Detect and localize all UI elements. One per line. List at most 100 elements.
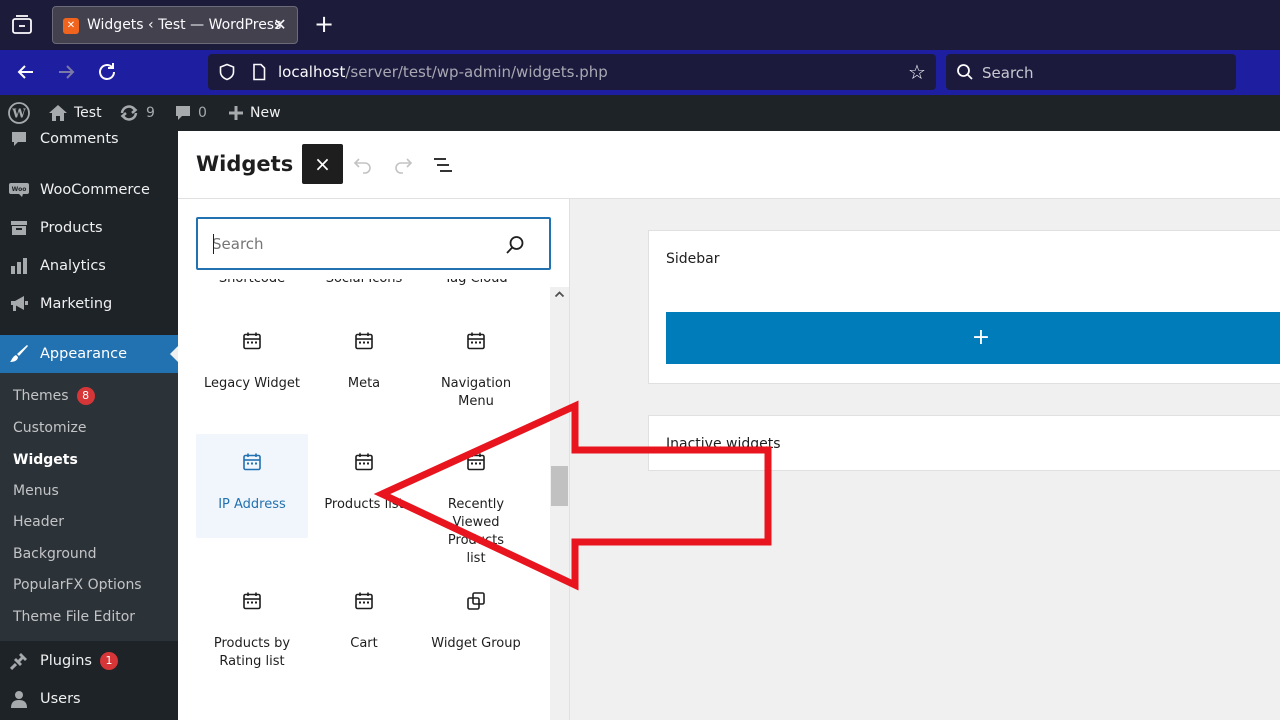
calendar-icon [243,592,261,610]
browser-search-bar[interactable]: Search [946,54,1236,90]
block-item-products-list[interactable]: Products list [308,434,420,538]
tab-close-icon[interactable]: ✕ [271,16,289,34]
submenu-item-header[interactable]: Header [13,514,64,530]
block-search-input[interactable] [212,233,492,255]
submenu-item-customize[interactable]: Customize [13,420,87,436]
block-label: Products by Rating list [213,636,291,669]
back-icon[interactable] [14,60,38,84]
appearance-submenu: Themes 8 Customize Widgets Menus Header … [0,373,178,641]
block-label: Widget Group [431,636,521,651]
block-label: Social Icons [310,279,418,288]
block-label: Legacy Widget [204,376,300,391]
shield-icon[interactable] [218,63,236,81]
block-item-meta[interactable]: Meta [308,313,420,417]
submenu-item-themes[interactable]: Themes 8 [13,387,95,405]
search-icon[interactable] [505,235,525,255]
submenu-item-background[interactable]: Background [13,546,97,562]
xampp-favicon-icon: ✕ [63,18,79,34]
calendar-icon [243,332,261,350]
calendar-icon [355,592,373,610]
add-block-button[interactable]: + [666,312,1280,364]
sidebar-item-analytics[interactable]: Analytics [0,247,178,285]
undo-icon[interactable] [351,153,375,177]
block-label: Shortcode [198,279,306,288]
url-bar[interactable]: localhost/server/test/wp-admin/widgets.p… [208,54,936,90]
megaphone-icon [9,294,29,314]
user-icon [9,689,29,709]
close-inserter-button[interactable]: × [302,144,343,184]
submenu-item-label: PopularFX Options [13,577,142,593]
forward-icon[interactable] [54,60,78,84]
sidebar-item-label: Analytics [40,258,106,274]
block-item-navigation-menu[interactable]: Navigation Menu [420,313,532,417]
url-host: localhost [278,63,346,81]
browser-tab[interactable]: ✕ Widgets ‹ Test — WordPress ✕ [52,6,298,44]
reload-icon[interactable] [95,60,119,84]
block-item-cart[interactable]: Cart [308,573,420,677]
page-title: Widgets [196,152,294,176]
submenu-item-label: Menus [13,483,59,499]
scroll-up-arrow-icon[interactable] [554,289,565,300]
block-search-box[interactable] [196,217,551,270]
new-content-link[interactable]: New [228,103,281,123]
sidebar-item-plugins[interactable]: Plugins 1 [0,642,178,680]
browser-search-placeholder: Search [982,64,1034,82]
widget-area-inactive[interactable]: Inactive widgets [648,415,1280,471]
block-item-ip-address[interactable]: IP Address [196,434,308,538]
sidebar-item-label: WooCommerce [40,182,150,198]
block-label: Products list [324,497,404,512]
block-inserter-panel: Shortcode Social Icons Tag Cloud Legacy … [178,199,570,720]
calendar-icon [355,332,373,350]
sidebar-item-users[interactable]: Users [0,680,178,718]
group-icon [467,592,485,610]
tab-list-icon[interactable] [10,13,34,37]
list-view-icon[interactable] [431,153,455,177]
scrollbar-thumb[interactable] [551,466,568,506]
submenu-item-menus[interactable]: Menus [13,483,59,499]
new-label: New [250,105,281,121]
tab-title: Widgets ‹ Test — WordPress [87,17,282,33]
new-tab-icon[interactable]: + [312,12,336,36]
widget-area-sidebar[interactable]: Sidebar + [648,230,1280,384]
archive-icon [9,218,29,238]
sidebar-item-label: Appearance [40,346,128,362]
block-item-recently-viewed-products-list[interactable]: Recently Viewed Products list [420,434,532,566]
updates-count: 9 [146,105,155,121]
widget-areas-canvas: Sidebar + Inactive widgets [571,199,1280,720]
submenu-item-popularfx-options[interactable]: PopularFX Options [13,577,142,593]
comments-link[interactable]: 0 [174,103,207,123]
block-item-legacy-widget[interactable]: Legacy Widget [196,313,308,417]
sidebar-item-woocommerce[interactable]: Woo WooCommerce [0,171,178,209]
text-cursor [213,234,214,254]
svg-text:W: W [11,107,26,121]
submenu-item-widgets[interactable]: Widgets [13,452,78,468]
page-icon[interactable] [250,63,268,81]
block-label: IP Address [218,497,286,512]
sidebar-item-products[interactable]: Products [0,209,178,247]
submenu-item-theme-file-editor[interactable]: Theme File Editor [13,609,135,625]
redo-icon[interactable] [391,153,415,177]
plug-icon [9,651,29,671]
comments-count: 0 [198,105,207,121]
widgets-editor-header: Widgets × [178,131,1280,199]
calendar-icon [467,453,485,471]
block-item-social-icons[interactable]: Social Icons [308,279,420,294]
block-label: Tag Cloud [422,279,530,288]
sidebar-item-label: Marketing [40,296,113,312]
block-item-widget-group[interactable]: Widget Group [420,573,532,677]
sidebar-item-label: Products [40,220,103,236]
admin-sidebar: Comments Woo WooCommerce Products Analyt… [0,131,178,720]
inserter-scrollbar[interactable] [550,287,569,720]
submenu-item-label: Theme File Editor [13,609,136,625]
block-item-shortcode[interactable]: Shortcode [196,279,308,294]
block-label: Meta [347,376,381,391]
sidebar-item-marketing[interactable]: Marketing [0,285,178,323]
sidebar-item-comments[interactable]: Comments [0,120,178,158]
block-label: Recently Viewed Products list [447,497,505,566]
sidebar-item-appearance[interactable]: Appearance [0,335,178,373]
block-item-tag-cloud[interactable]: Tag Cloud [420,279,532,294]
block-item-products-by-rating-list[interactable]: Products by Rating list [196,573,308,677]
calendar-icon [467,332,485,350]
bookmark-star-icon[interactable]: ☆ [908,62,928,82]
themes-update-badge: 8 [76,387,95,405]
